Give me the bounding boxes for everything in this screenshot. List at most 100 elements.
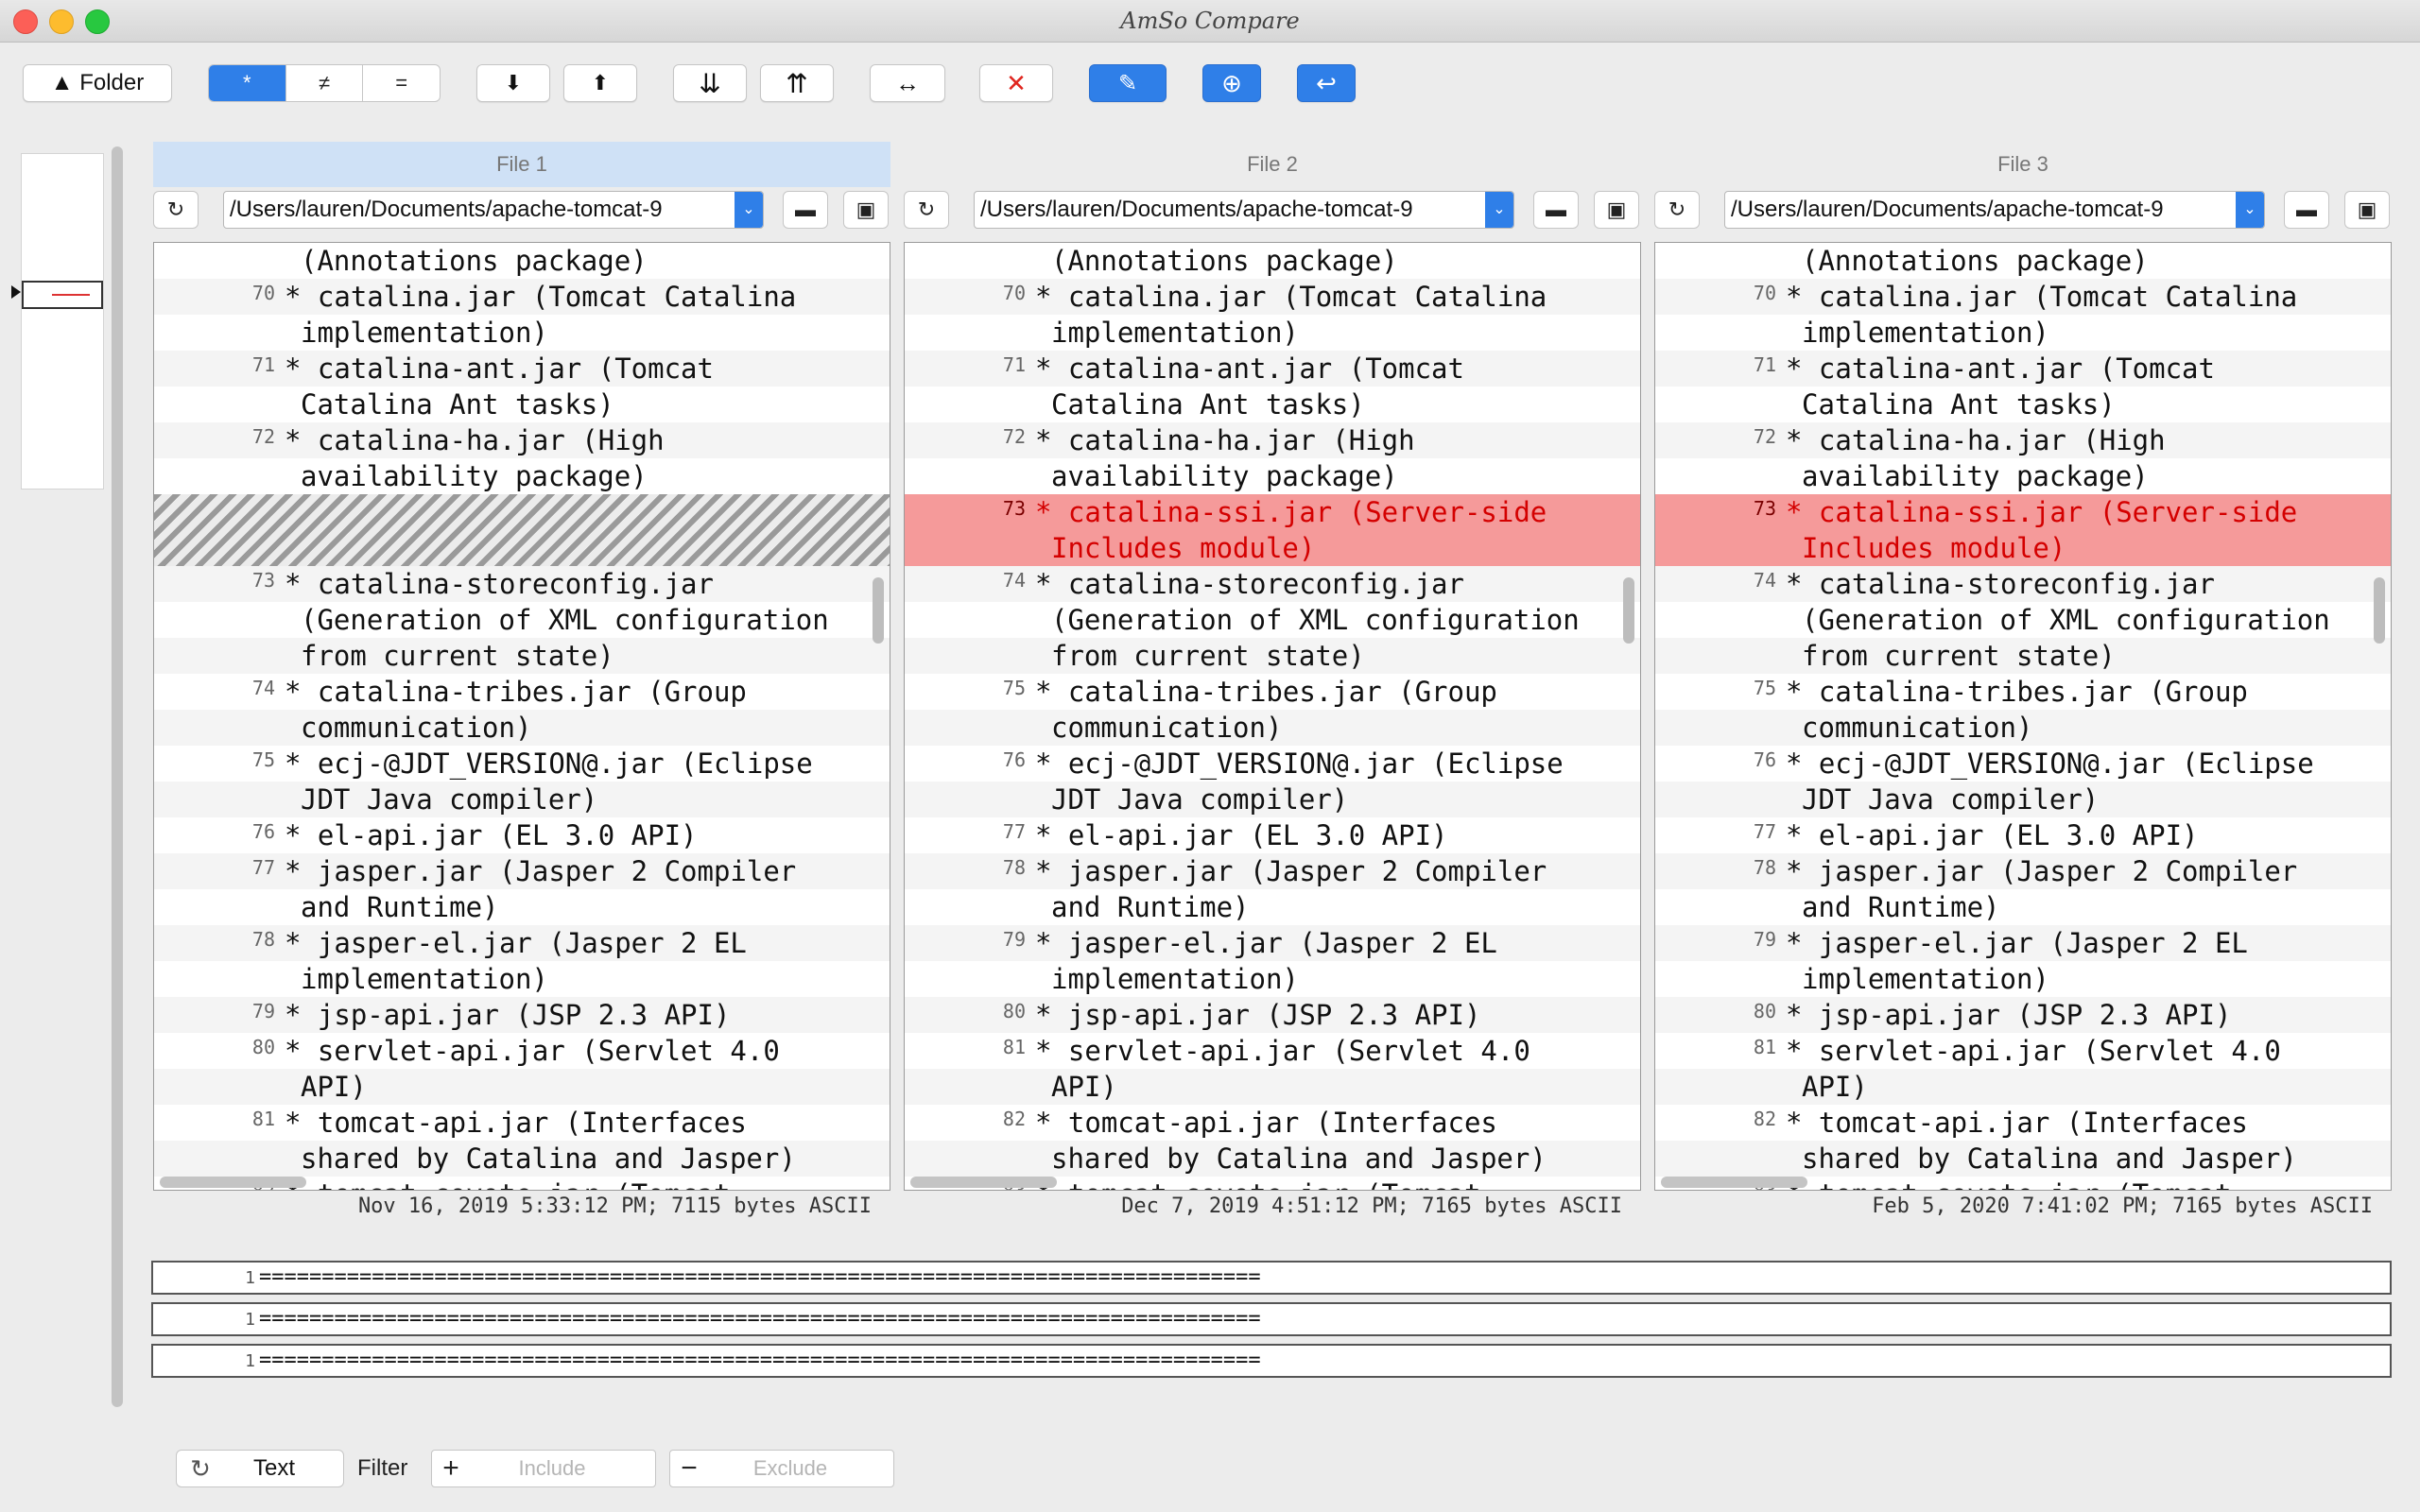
file-1-header[interactable]: File 1	[153, 142, 890, 187]
sync-scroll-button[interactable]: ⊕	[1202, 64, 1261, 102]
code-line[interactable]: implementation)	[154, 315, 890, 351]
code-line[interactable]: 74 * catalina-storeconfig.jar	[1655, 566, 2391, 602]
code-line[interactable]: 76 * el-api.jar (EL 3.0 API)	[154, 817, 890, 853]
code-line[interactable]: 70 * catalina.jar (Tomcat Catalina	[905, 279, 1640, 315]
save-file-button[interactable]: ▣	[843, 191, 889, 229]
code-line[interactable]: availability package)	[154, 458, 890, 494]
exclude-filter-field[interactable]: −	[669, 1450, 894, 1487]
overview-viewport-marker[interactable]	[22, 281, 103, 309]
show-differences-segment[interactable]: ≠	[286, 65, 364, 101]
code-line[interactable]: 79 * jasper-el.jar (Jasper 2 EL	[1655, 925, 2391, 961]
code-line[interactable]: 82 * tomcat-api.jar (Interfaces	[905, 1105, 1640, 1141]
code-line[interactable]: 80 * jsp-api.jar (JSP 2.3 API)	[1655, 997, 2391, 1033]
file-3-code-view[interactable]: (Annotations package) 70 * catalina.jar (T…	[1654, 242, 2392, 1191]
code-line[interactable]: 71 * catalina-ant.jar (Tomcat	[154, 351, 890, 387]
exclude-input[interactable]	[708, 1455, 873, 1482]
code-line[interactable]: implementation)	[905, 315, 1640, 351]
text-mode-button[interactable]: ↻ Text	[176, 1450, 344, 1487]
code-line[interactable]: implementation)	[905, 961, 1640, 997]
reload-file-button[interactable]: ↻	[153, 191, 199, 229]
reload-file-button[interactable]: ↻	[904, 191, 949, 229]
code-line[interactable]: from current state)	[154, 638, 890, 674]
code-line[interactable]: implementation)	[1655, 315, 2391, 351]
code-line[interactable]: 77 * el-api.jar (EL 3.0 API)	[1655, 817, 2391, 853]
code-line[interactable]: 81 * servlet-api.jar (Servlet 4.0	[1655, 1033, 2391, 1069]
close-comparison-button[interactable]: ✕	[979, 64, 1053, 102]
code-line[interactable]: 73 * catalina-storeconfig.jar	[154, 566, 890, 602]
include-input[interactable]	[470, 1455, 634, 1482]
open-folder-button[interactable]: ▬	[2284, 191, 2329, 229]
reload-file-button[interactable]: ↻	[1654, 191, 1700, 229]
code-line[interactable]: Catalina Ant tasks)	[1655, 387, 2391, 422]
open-folder-button[interactable]: ▬	[783, 191, 828, 229]
swap-files-button[interactable]: ↔	[870, 64, 945, 102]
vertical-scrollbar[interactable]	[112, 146, 123, 1407]
code-line[interactable]: communication)	[905, 710, 1640, 746]
code-line[interactable]: implementation)	[154, 961, 890, 997]
code-line[interactable]: 72 * catalina-ha.jar (High	[905, 422, 1640, 458]
show-all-segment[interactable]: *	[209, 65, 286, 101]
code-line[interactable]: (Generation of XML configuration	[154, 602, 890, 638]
code-line[interactable]: 81 * servlet-api.jar (Servlet 4.0	[905, 1033, 1640, 1069]
code-line[interactable]: 77 * el-api.jar (EL 3.0 API)	[905, 817, 1640, 853]
code-line[interactable]: 75 * ecj-@JDT_VERSION@.jar (Eclipse	[154, 746, 890, 782]
code-line[interactable]: 74 * catalina-storeconfig.jar	[905, 566, 1640, 602]
code-line[interactable]: JDT Java compiler)	[154, 782, 890, 817]
horizontal-scroll-thumb[interactable]	[160, 1177, 306, 1188]
code-line[interactable]: 80 * servlet-api.jar (Servlet 4.0	[154, 1033, 890, 1069]
chevron-down-icon[interactable]: ⌄	[2236, 192, 2264, 228]
include-filter-field[interactable]: +	[431, 1450, 656, 1487]
code-line[interactable]: shared by Catalina and Jasper)	[1655, 1141, 2391, 1177]
code-line[interactable]: 70 * catalina.jar (Tomcat Catalina	[154, 279, 890, 315]
vertical-scroll-thumb[interactable]	[873, 577, 884, 644]
code-line[interactable]: API)	[154, 1069, 890, 1105]
show-equal-segment[interactable]: =	[363, 65, 440, 101]
code-line[interactable]: 82 * tomcat-api.jar (Interfaces	[1655, 1105, 2391, 1141]
code-line[interactable]: Catalina Ant tasks)	[905, 387, 1640, 422]
code-line[interactable]: 71 * catalina-ant.jar (Tomcat	[905, 351, 1640, 387]
code-line[interactable]: API)	[905, 1069, 1640, 1105]
code-line[interactable]: JDT Java compiler)	[905, 782, 1640, 817]
chevron-down-icon[interactable]: ⌄	[735, 192, 763, 228]
code-line[interactable]: and Runtime)	[1655, 889, 2391, 925]
vertical-scroll-thumb[interactable]	[1623, 577, 1634, 644]
file-2-code-view[interactable]: (Annotations package) 70 * catalina.jar (T…	[904, 242, 1641, 1191]
diff-line[interactable]: Includes module)	[905, 530, 1640, 566]
code-line[interactable]: implementation)	[1655, 961, 2391, 997]
file-2-header[interactable]: File 2	[904, 142, 1641, 187]
return-button[interactable]: ↩	[1297, 64, 1356, 102]
code-line[interactable]: JDT Java compiler)	[1655, 782, 2391, 817]
code-line[interactable]: (Generation of XML configuration	[905, 602, 1640, 638]
file-path-field[interactable]: /Users/lauren/Documents/apache-tomcat-9 ⌄	[1724, 191, 2265, 229]
code-line[interactable]: communication)	[1655, 710, 2391, 746]
code-line[interactable]: (Annotations package)	[154, 243, 890, 279]
horizontal-scroll-thumb[interactable]	[910, 1177, 1057, 1188]
code-line[interactable]: (Annotations package)	[1655, 243, 2391, 279]
file-1-code-view[interactable]: (Annotations package) 70 * catalina.jar (T…	[153, 242, 890, 1191]
code-line[interactable]: from current state)	[1655, 638, 2391, 674]
code-line[interactable]: (Generation of XML configuration	[1655, 602, 2391, 638]
folder-button[interactable]: ▲ Folder	[23, 64, 172, 102]
code-line[interactable]: 81 * tomcat-api.jar (Interfaces	[154, 1105, 890, 1141]
code-line[interactable]: 72 * catalina-ha.jar (High	[154, 422, 890, 458]
code-line[interactable]: from current state)	[905, 638, 1640, 674]
code-line[interactable]: 75 * catalina-tribes.jar (Group	[905, 674, 1640, 710]
vertical-scroll-thumb[interactable]	[2374, 577, 2385, 644]
code-line[interactable]: 78 * jasper-el.jar (Jasper 2 EL	[154, 925, 890, 961]
first-difference-button[interactable]: ⇈	[760, 64, 834, 102]
code-line[interactable]: 78 * jasper.jar (Jasper 2 Compiler	[1655, 853, 2391, 889]
diff-line[interactable]: Includes module)	[1655, 530, 2391, 566]
file-path-field[interactable]: /Users/lauren/Documents/apache-tomcat-9 ⌄	[223, 191, 764, 229]
code-line[interactable]: 71 * catalina-ant.jar (Tomcat	[1655, 351, 2391, 387]
code-line[interactable]: 76 * ecj-@JDT_VERSION@.jar (Eclipse	[1655, 746, 2391, 782]
edit-button[interactable]: ✎	[1089, 64, 1167, 102]
code-line[interactable]: 76 * ecj-@JDT_VERSION@.jar (Eclipse	[905, 746, 1640, 782]
code-line[interactable]: 78 * jasper.jar (Jasper 2 Compiler	[905, 853, 1640, 889]
file-path-field[interactable]: /Users/lauren/Documents/apache-tomcat-9 ⌄	[974, 191, 1514, 229]
code-line[interactable]: 74 * catalina-tribes.jar (Group	[154, 674, 890, 710]
code-line[interactable]: communication)	[154, 710, 890, 746]
code-line[interactable]: 75 * catalina-tribes.jar (Group	[1655, 674, 2391, 710]
code-line[interactable]: shared by Catalina and Jasper)	[154, 1141, 890, 1177]
file-3-header[interactable]: File 3	[1654, 142, 2392, 187]
diff-line[interactable]: 73 * catalina-ssi.jar (Server-side	[1655, 494, 2391, 530]
